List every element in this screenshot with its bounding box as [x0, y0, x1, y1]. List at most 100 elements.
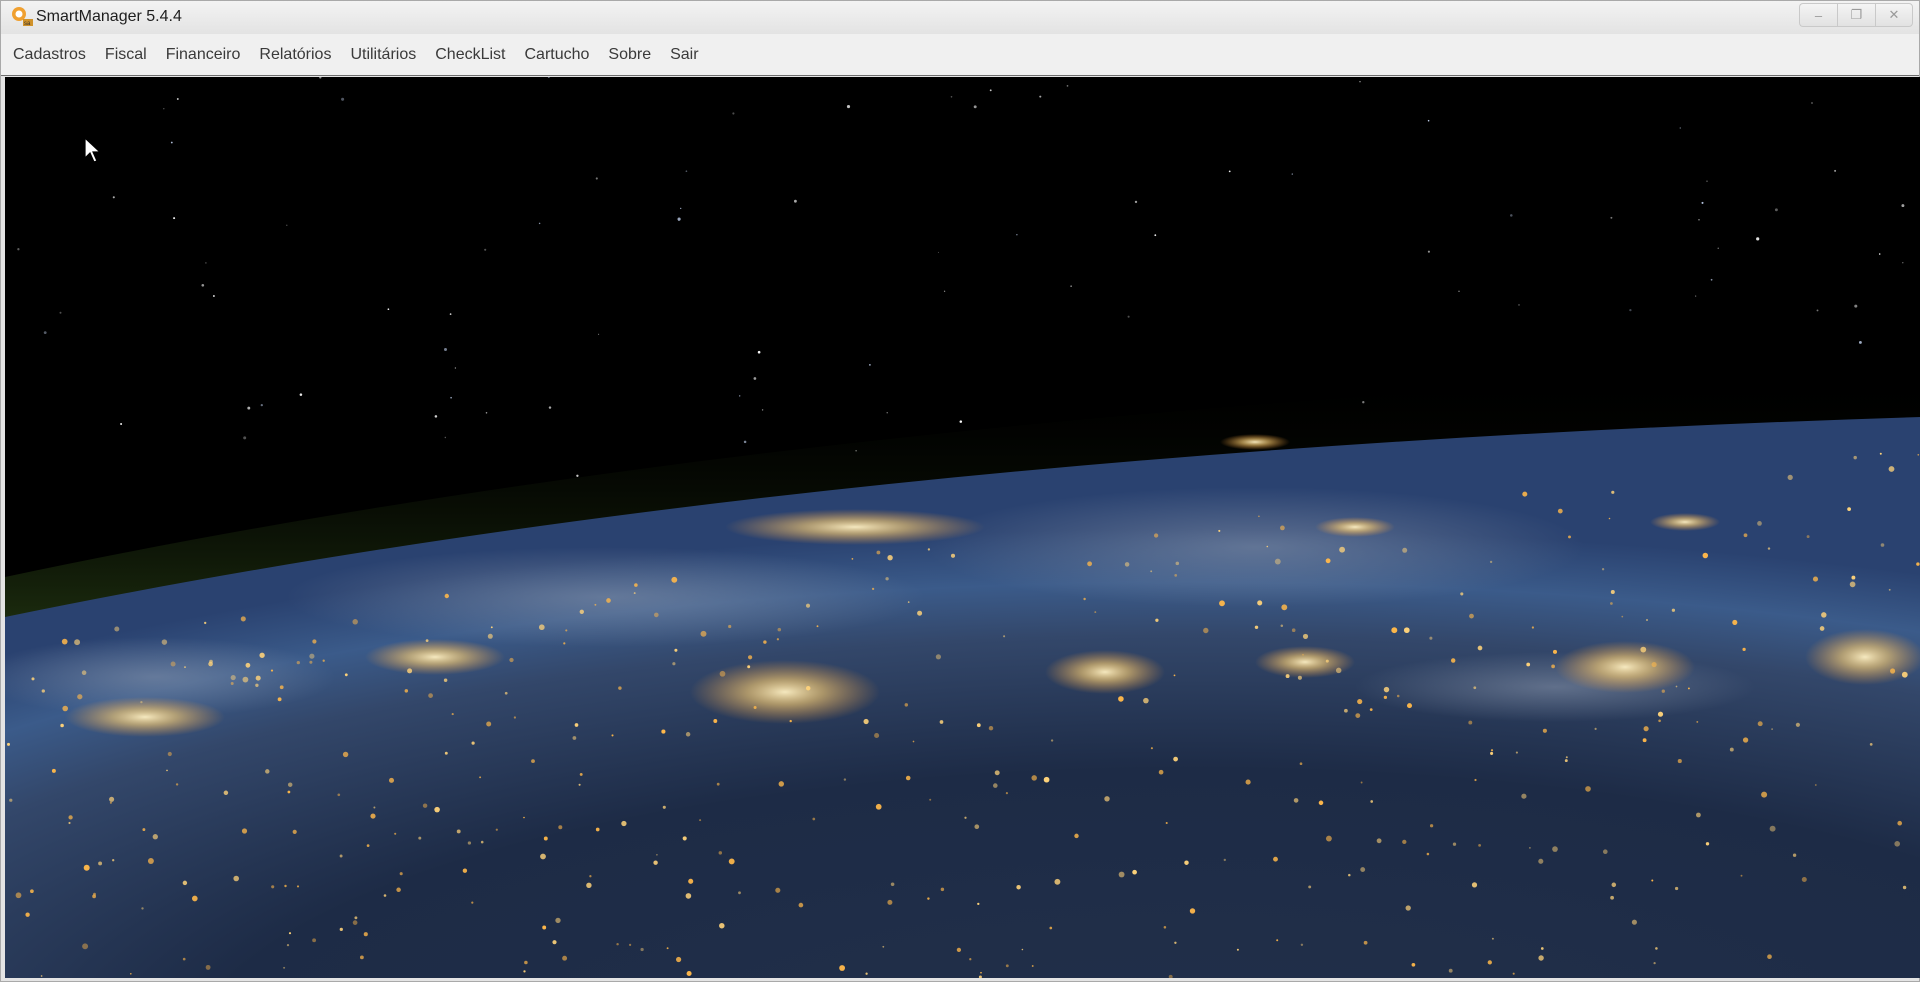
city-light — [1529, 847, 1531, 849]
star — [176, 98, 179, 100]
menu-fiscal[interactable]: Fiscal — [97, 42, 155, 68]
city-light — [487, 633, 493, 639]
maximize-button[interactable]: ❐ — [1837, 3, 1875, 27]
star — [685, 170, 688, 173]
star — [120, 423, 123, 425]
city-light — [480, 840, 484, 844]
city-light — [292, 829, 297, 834]
city-light — [240, 616, 246, 622]
city-light — [1631, 919, 1637, 925]
star — [1016, 234, 1018, 236]
city-light — [490, 626, 493, 629]
city-light — [1888, 466, 1895, 472]
city-light — [1917, 453, 1920, 456]
star — [1698, 218, 1700, 221]
city-light — [1291, 628, 1296, 632]
city-light — [523, 970, 526, 973]
city-light — [939, 720, 944, 724]
city-light — [1901, 671, 1908, 678]
city-light — [1325, 558, 1331, 564]
city-light — [1611, 490, 1615, 494]
city-light — [394, 832, 397, 835]
city-light — [1302, 653, 1304, 656]
city-light — [1847, 507, 1851, 511]
city-light — [927, 548, 931, 551]
city-light — [890, 882, 895, 887]
star — [1902, 262, 1904, 264]
city-light — [1642, 738, 1647, 743]
city-light — [1245, 779, 1251, 785]
star — [243, 436, 247, 440]
city-light — [309, 660, 313, 664]
menu-financeiro[interactable]: Financeiro — [158, 42, 249, 68]
city-light — [1880, 543, 1885, 547]
city-light — [671, 576, 678, 583]
star — [794, 199, 797, 203]
city-light — [383, 894, 387, 897]
city-light — [1601, 568, 1605, 571]
city-light — [753, 705, 757, 710]
city-light — [988, 725, 994, 731]
city-light — [77, 694, 83, 700]
city-light — [976, 723, 981, 728]
city-light — [1174, 941, 1177, 944]
city-light — [182, 880, 188, 886]
star — [1518, 304, 1520, 306]
city-light — [1218, 529, 1221, 532]
city-light — [1696, 812, 1701, 818]
city-light — [388, 777, 395, 783]
menu-cartucho[interactable]: Cartucho — [516, 42, 597, 68]
city-light — [634, 583, 638, 587]
city-light — [994, 770, 1000, 776]
city-light — [1674, 886, 1679, 891]
menu-bar: Cadastros Fiscal Financeiro Relatórios U… — [1, 34, 1919, 76]
menu-sobre[interactable]: Sobre — [600, 42, 659, 68]
city-light — [699, 819, 702, 822]
city-light — [543, 836, 548, 841]
city-light — [284, 884, 287, 888]
city-light — [688, 878, 694, 884]
city-light — [312, 639, 317, 644]
city-light — [51, 768, 56, 773]
menu-relatorios[interactable]: Relatórios — [251, 42, 339, 68]
city-light — [279, 685, 284, 690]
minimize-button[interactable]: – — [1799, 3, 1837, 27]
city-light — [789, 719, 792, 723]
city-light — [242, 676, 249, 683]
city-light — [1223, 858, 1226, 862]
earth-at-night-image — [5, 77, 1920, 978]
city-light — [552, 940, 557, 945]
city-light — [1050, 739, 1054, 742]
city-light — [1276, 939, 1279, 942]
city-light — [286, 943, 290, 947]
star — [59, 311, 62, 314]
city-light — [287, 782, 293, 787]
city-light — [74, 639, 81, 646]
city-light — [1118, 696, 1124, 702]
city-light — [1522, 491, 1528, 497]
city-light — [205, 964, 211, 970]
menu-utilitarios[interactable]: Utilitários — [342, 42, 424, 68]
city-light — [230, 682, 234, 685]
city-light — [1173, 674, 1176, 677]
title-bar[interactable]: sa SmartManager 5.4.4 – ❐ ✕ — [1, 1, 1919, 34]
menu-checklist[interactable]: CheckList — [427, 42, 513, 68]
city-light — [1767, 547, 1771, 550]
city-light — [40, 975, 43, 977]
city-light — [230, 675, 236, 681]
city-light — [1471, 882, 1478, 888]
city-light — [109, 796, 115, 802]
menu-sair[interactable]: Sair — [662, 42, 706, 68]
menu-cadastros[interactable]: Cadastros — [5, 42, 94, 68]
city-light — [805, 603, 811, 608]
city-light — [352, 920, 358, 925]
city-light — [666, 947, 669, 950]
city-light — [152, 834, 158, 840]
city-light — [1406, 703, 1413, 709]
city-light — [1621, 615, 1624, 618]
star — [1878, 253, 1881, 255]
city-light — [167, 751, 172, 757]
close-button[interactable]: ✕ — [1875, 3, 1913, 27]
city-light — [589, 875, 592, 878]
city-light — [25, 912, 30, 917]
